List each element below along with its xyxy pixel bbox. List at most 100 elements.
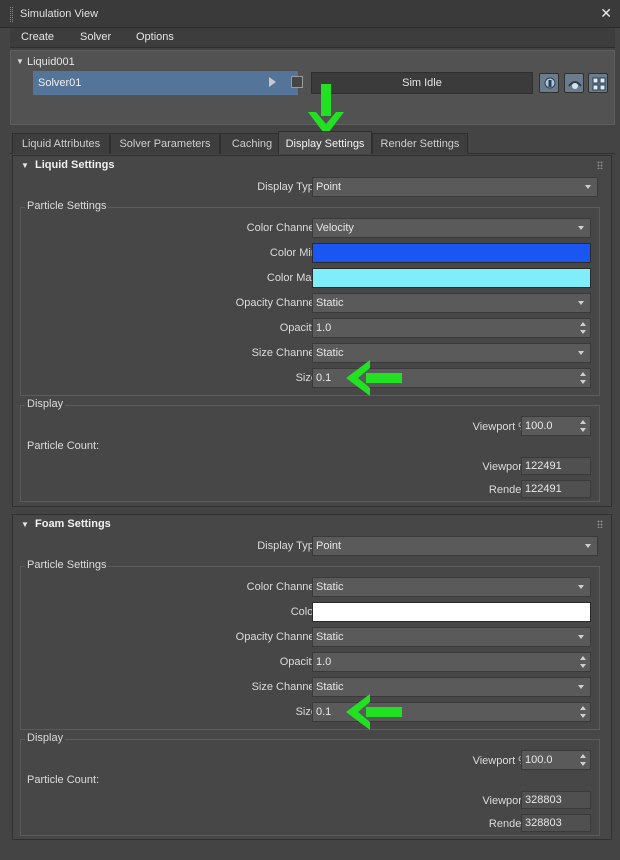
particle-count-label: Particle Count: bbox=[27, 440, 100, 452]
size-channel-label: Size Channel bbox=[251, 347, 317, 359]
opacity-channel-dropdown[interactable]: Static bbox=[312, 627, 591, 647]
menu-options[interactable]: Options bbox=[136, 31, 174, 43]
tab-caching[interactable]: Caching bbox=[220, 133, 284, 154]
collapse-triangle-icon[interactable]: ▼ bbox=[21, 520, 29, 529]
color-swatch[interactable] bbox=[312, 602, 591, 622]
chevron-down-icon bbox=[578, 351, 584, 355]
tree-root-item[interactable]: Liquid001 bbox=[27, 56, 75, 68]
spinner-arrows-icon[interactable] bbox=[580, 656, 586, 668]
foam-settings-rollout: ▼ Foam Settings Display Type Point Parti… bbox=[12, 514, 612, 840]
menu-create[interactable]: Create bbox=[21, 31, 54, 43]
menu-bar: Create Solver Options bbox=[10, 28, 615, 48]
opacity-channel-label: Opacity Channel bbox=[235, 631, 317, 643]
display-type-value: Point bbox=[316, 181, 342, 193]
display-group-title: Display bbox=[25, 398, 66, 410]
viewport-percent-spinner[interactable]: 100.0 bbox=[521, 750, 591, 770]
chevron-down-icon bbox=[585, 544, 591, 548]
expand-triangle-icon[interactable]: ▼ bbox=[16, 57, 24, 66]
size-channel-value: Static bbox=[316, 681, 344, 693]
title-bar: Simulation View ✕ bbox=[0, 0, 620, 28]
viewport-count-label: Viewport bbox=[482, 461, 525, 473]
color-channel-value: Static bbox=[316, 581, 344, 593]
solver-row[interactable]: Solver01 bbox=[33, 71, 298, 95]
render-count-value: 122491 bbox=[521, 480, 591, 498]
particle-settings-group: Particle Settings Color Channel Static C… bbox=[20, 559, 600, 730]
annotation-arrow-left-icon bbox=[346, 360, 402, 396]
display-type-dropdown[interactable]: Point bbox=[312, 177, 598, 197]
drag-grip-icon[interactable] bbox=[10, 7, 13, 22]
menu-solver[interactable]: Solver bbox=[80, 31, 111, 43]
viewport-percent-value: 100.0 bbox=[525, 420, 553, 432]
chevron-down-icon bbox=[578, 226, 584, 230]
viewport-percent-label: Viewport % bbox=[472, 421, 528, 433]
particle-settings-title: Particle Settings bbox=[25, 200, 109, 212]
viewport-count-value: 122491 bbox=[521, 457, 591, 475]
continue-sim-icon[interactable] bbox=[564, 73, 584, 93]
play-icon[interactable] bbox=[269, 77, 276, 87]
chevron-down-icon bbox=[578, 301, 584, 305]
color-max-label: Color Max bbox=[266, 272, 317, 284]
tab-liquid-attributes[interactable]: Liquid Attributes bbox=[12, 133, 110, 154]
display-group: Display Viewport % 100.0 Particle Count:… bbox=[20, 732, 600, 836]
display-type-label: Display Type bbox=[257, 540, 320, 552]
window-title: Simulation View bbox=[20, 8, 99, 20]
render-count-value: 328803 bbox=[521, 814, 591, 832]
display-type-dropdown[interactable]: Point bbox=[312, 536, 598, 556]
size-channel-value: Static bbox=[316, 347, 344, 359]
size-channel-label: Size Channel bbox=[251, 681, 317, 693]
color-channel-dropdown[interactable]: Velocity bbox=[312, 218, 591, 238]
collapse-triangle-icon[interactable]: ▼ bbox=[21, 161, 29, 170]
size-value: 0.1 bbox=[316, 372, 332, 384]
tab-solver-parameters[interactable]: Solver Parameters bbox=[110, 133, 220, 154]
opacity-channel-value: Static bbox=[316, 297, 344, 309]
spinner-arrows-icon[interactable] bbox=[580, 754, 586, 766]
tab-bar: Liquid Attributes Solver Parameters Cach… bbox=[10, 131, 615, 154]
particle-settings-title: Particle Settings bbox=[25, 559, 109, 571]
liquid-settings-header[interactable]: ▼ Liquid Settings bbox=[13, 156, 611, 176]
annotation-arrow-left-icon bbox=[346, 694, 402, 730]
spinner-arrows-icon[interactable] bbox=[580, 322, 586, 334]
opacity-channel-value: Static bbox=[316, 631, 344, 643]
color-min-label: Color Min bbox=[269, 247, 317, 259]
opacity-value: 1.0 bbox=[316, 322, 332, 334]
chevron-down-icon bbox=[578, 585, 584, 589]
solver-label: Solver01 bbox=[38, 77, 82, 89]
foam-settings-header[interactable]: ▼ Foam Settings bbox=[13, 515, 611, 535]
grid-view-icon[interactable] bbox=[588, 73, 608, 93]
size-value: 0.1 bbox=[316, 706, 332, 718]
render-count-label: Render bbox=[488, 818, 525, 830]
color-channel-label: Color Channel bbox=[246, 222, 317, 234]
liquid-settings-rollout: ▼ Liquid Settings Display Type Point Par… bbox=[12, 155, 612, 507]
viewport-count-value: 328803 bbox=[521, 791, 591, 809]
foam-settings-title: Foam Settings bbox=[35, 518, 111, 530]
opacity-spinner[interactable]: 1.0 bbox=[312, 652, 591, 672]
chevron-down-icon bbox=[578, 685, 584, 689]
spinner-arrows-icon[interactable] bbox=[580, 420, 586, 432]
display-type-value: Point bbox=[316, 540, 342, 552]
color-max-swatch[interactable] bbox=[312, 268, 591, 288]
solver-enable-checkbox[interactable] bbox=[291, 76, 303, 88]
color-min-swatch[interactable] bbox=[312, 243, 591, 263]
viewport-percent-spinner[interactable]: 100.0 bbox=[521, 416, 591, 436]
close-icon[interactable]: ✕ bbox=[600, 5, 612, 21]
tab-display-settings[interactable]: Display Settings bbox=[278, 131, 372, 154]
opacity-channel-label: Opacity Channel bbox=[235, 297, 317, 309]
chevron-down-icon bbox=[585, 185, 591, 189]
particle-count-label: Particle Count: bbox=[27, 774, 100, 786]
spinner-arrows-icon[interactable] bbox=[580, 706, 586, 718]
color-channel-value: Velocity bbox=[316, 222, 354, 234]
rollout-grip-icon[interactable] bbox=[597, 161, 603, 169]
color-channel-label: Color Channel bbox=[246, 581, 317, 593]
color-channel-dropdown[interactable]: Static bbox=[312, 577, 591, 597]
chevron-down-icon bbox=[578, 635, 584, 639]
run-sim-icon[interactable] bbox=[539, 73, 559, 93]
tab-render-settings[interactable]: Render Settings bbox=[372, 133, 468, 154]
render-count-label: Render bbox=[488, 484, 525, 496]
rollout-grip-icon[interactable] bbox=[597, 520, 603, 528]
viewport-count-label: Viewport bbox=[482, 795, 525, 807]
opacity-channel-dropdown[interactable]: Static bbox=[312, 293, 591, 313]
opacity-spinner[interactable]: 1.0 bbox=[312, 318, 591, 338]
spinner-arrows-icon[interactable] bbox=[580, 372, 586, 384]
annotation-arrow-down-icon bbox=[308, 84, 344, 136]
opacity-value: 1.0 bbox=[316, 656, 332, 668]
